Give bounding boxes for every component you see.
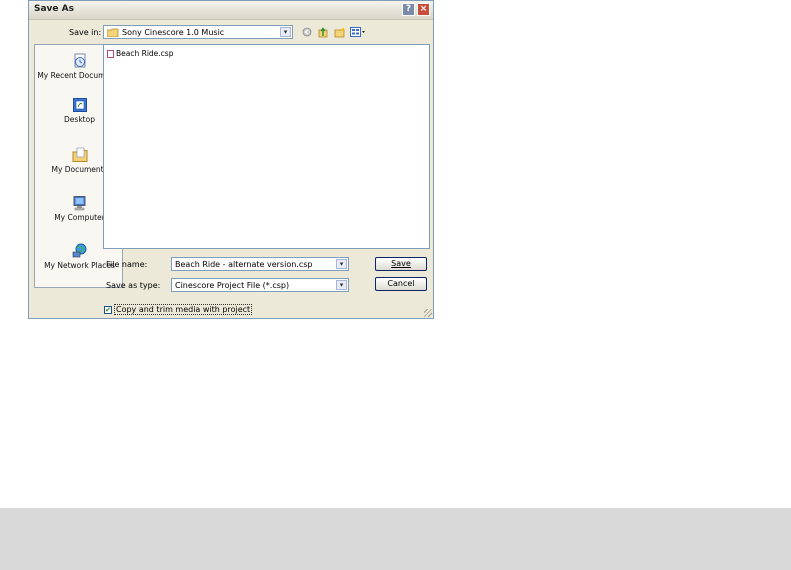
help-button[interactable]: ?	[402, 3, 415, 16]
place-label: My Computer	[54, 213, 105, 222]
save-button[interactable]: Save	[375, 257, 427, 271]
place-label: Desktop	[64, 115, 95, 124]
project-file-icon	[107, 50, 114, 58]
file-name-label: File name:	[106, 260, 148, 269]
save-button-label: Save	[391, 259, 411, 268]
my-documents-icon	[72, 147, 87, 162]
views-menu-icon[interactable]	[350, 27, 366, 38]
close-button[interactable]: ×	[417, 3, 430, 16]
chevron-down-icon[interactable]: ▾	[280, 27, 291, 37]
place-label: My Documents	[51, 165, 108, 174]
list-item[interactable]: Beach Ride.csp	[107, 49, 173, 58]
file-name: Beach Ride.csp	[116, 49, 174, 58]
save-as-type-dropdown[interactable]: Cinescore Project File (*.csp) ▾	[171, 278, 349, 292]
title-bar[interactable]: Save As ? ×	[29, 1, 433, 20]
folder-icon	[107, 28, 119, 37]
up-folder-icon[interactable]	[318, 27, 328, 38]
back-icon[interactable]	[302, 27, 312, 37]
checkbox-checked-icon[interactable]: ✔	[104, 305, 112, 314]
file-name-field[interactable]: Beach Ride - alternate version.csp ▾	[171, 257, 349, 271]
bottom-gray-bar	[0, 508, 791, 570]
save-as-type-label: Save as type:	[106, 281, 161, 290]
copy-trim-label: Copy and trim media with project	[114, 304, 253, 315]
place-label: My Network Places	[44, 261, 115, 270]
desktop-icon	[72, 98, 87, 112]
network-places-icon	[72, 243, 86, 258]
save-as-dialog: Save As ? × Save in: Sony Cinescore 1.0 …	[28, 0, 434, 319]
chevron-down-icon[interactable]: ▾	[336, 259, 347, 269]
copy-trim-checkbox[interactable]: ✔ Copy and trim media with project	[104, 304, 253, 315]
dialog-title: Save As	[34, 4, 74, 14]
file-name-value: Beach Ride - alternate version.csp	[175, 260, 313, 269]
cancel-button[interactable]: Cancel	[375, 277, 427, 291]
file-list[interactable]: Beach Ride.csp	[103, 44, 430, 249]
new-folder-icon[interactable]	[334, 27, 346, 38]
resize-grip[interactable]	[424, 309, 432, 317]
recent-documents-icon	[74, 53, 85, 68]
save-as-type-value: Cinescore Project File (*.csp)	[175, 281, 290, 290]
save-in-dropdown[interactable]: Sony Cinescore 1.0 Music ▾	[103, 25, 293, 39]
my-computer-icon	[73, 196, 85, 211]
save-in-label: Save in:	[69, 28, 102, 37]
chevron-down-icon[interactable]: ▾	[336, 280, 347, 290]
save-in-value: Sony Cinescore 1.0 Music	[122, 28, 225, 37]
